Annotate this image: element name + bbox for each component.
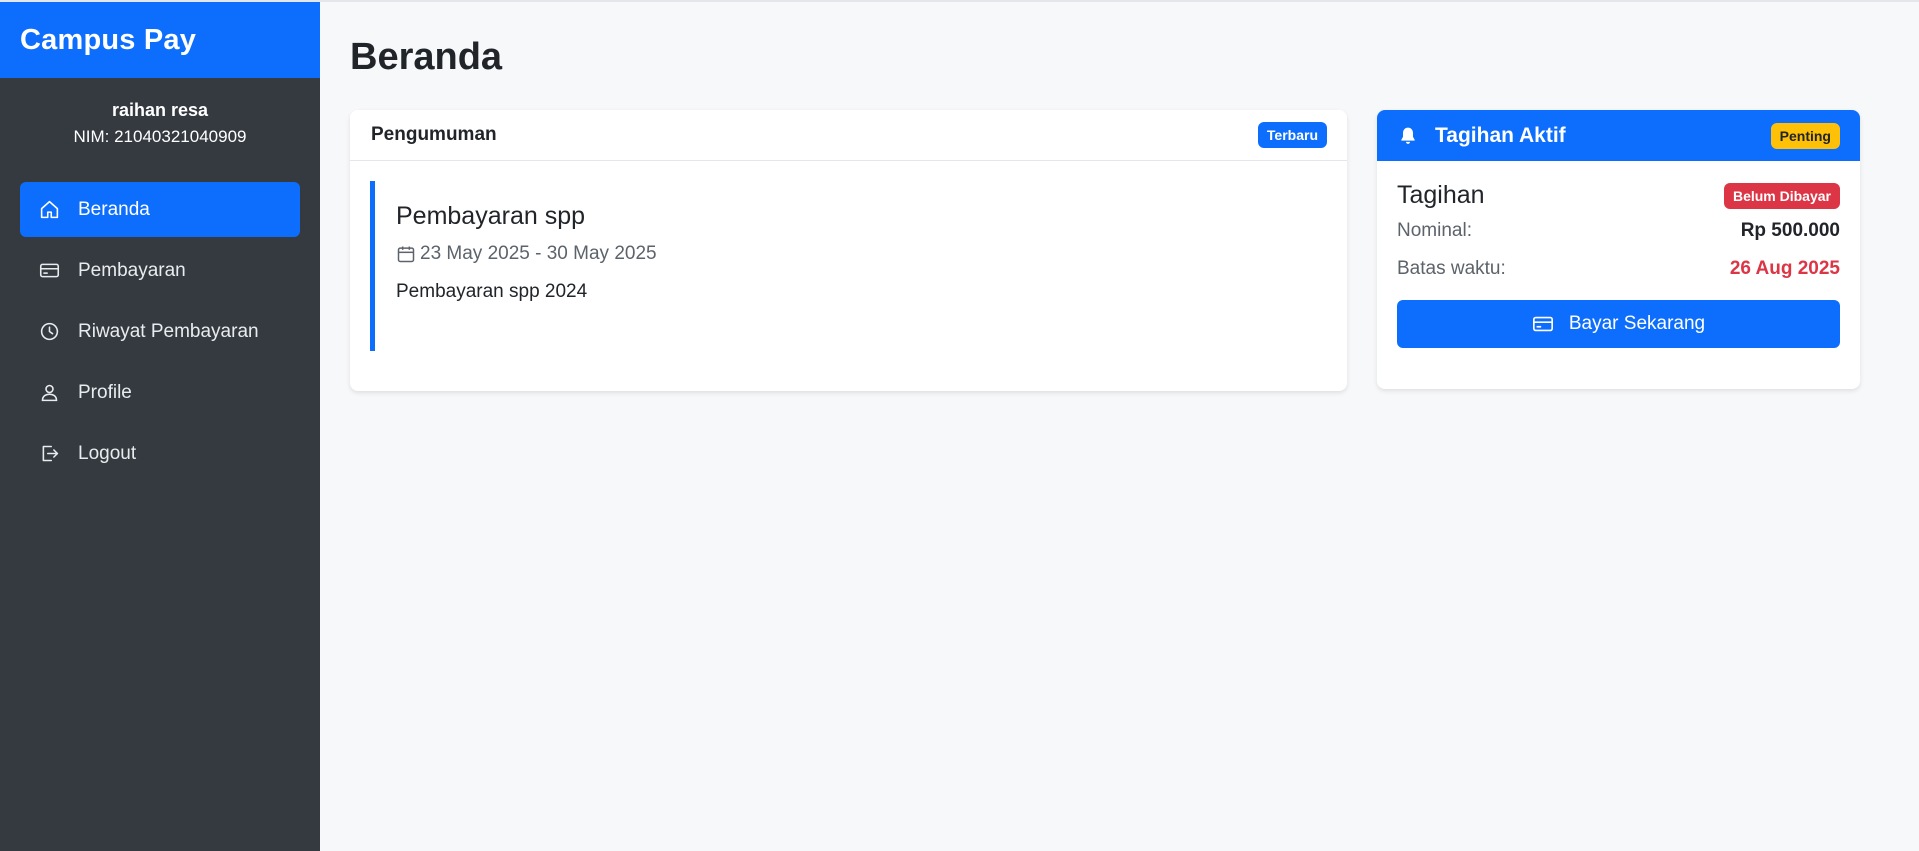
deadline-value: 26 Aug 2025	[1729, 258, 1840, 279]
sidebar-nav: Beranda Pembayaran Riwayat Pembayaran Pr…	[20, 182, 300, 487]
user-info: raihan resa NIM: 21040321040909	[0, 78, 320, 148]
active-bill-header: Tagihan Aktif Penting	[1377, 110, 1860, 161]
sidebar: Campus Pay raihan resa NIM: 210403210409…	[0, 2, 320, 851]
nominal-value: Rp 500.000	[1740, 220, 1840, 241]
sidebar-item-label: Beranda	[78, 198, 150, 220]
credit-card-icon	[38, 260, 60, 282]
announcement-date-text: 23 May 2025 - 30 May 2025	[420, 243, 657, 264]
active-bill-header-label: Tagihan Aktif	[1435, 123, 1566, 147]
sidebar-item-label: Pembayaran	[78, 259, 186, 281]
announcement-header: Pengumuman Terbaru	[350, 110, 1347, 161]
user-nim: NIM: 21040321040909	[73, 127, 247, 146]
sidebar-item-label: Profile	[78, 381, 132, 403]
user-icon	[38, 382, 60, 404]
bill-deadline-row: Batas waktu: 26 Aug 2025	[1397, 258, 1840, 280]
pay-now-label: Bayar Sekarang	[1568, 313, 1706, 334]
logout-icon	[38, 443, 60, 465]
important-badge: Penting	[1770, 122, 1840, 149]
deadline-label: Batas waktu:	[1397, 258, 1506, 279]
bill-title-row: Tagihan Belum Dibayar	[1397, 181, 1840, 210]
active-bill-header-title: Tagihan Aktif	[1398, 124, 1566, 148]
sidebar-item-profile[interactable]: Profile	[20, 365, 300, 420]
clock-icon	[38, 321, 60, 343]
nominal-label: Nominal:	[1397, 220, 1472, 241]
announcement-date: 23 May 2025 - 30 May 2025	[396, 243, 1320, 265]
sidebar-item-beranda[interactable]: Beranda	[20, 182, 300, 237]
active-bill-card: Tagihan Aktif Penting Tagihan Belum Diba…	[1377, 110, 1860, 389]
page-title: Beranda	[350, 36, 503, 78]
bill-name: Tagihan	[1397, 181, 1485, 209]
user-name: raihan resa	[111, 100, 209, 120]
announcement-description: Pembayaran spp 2024	[396, 281, 588, 302]
announcement-header-title: Pengumuman	[371, 124, 497, 145]
status-badge: Belum Dibayar	[1723, 182, 1840, 209]
bill-nominal-row: Nominal: Rp 500.000	[1397, 220, 1840, 242]
sidebar-item-riwayat-pembayaran[interactable]: Riwayat Pembayaran	[20, 304, 300, 359]
sidebar-item-pembayaran[interactable]: Pembayaran	[20, 243, 300, 298]
new-badge: Terbaru	[1257, 122, 1327, 148]
sidebar-item-label: Riwayat Pembayaran	[78, 320, 259, 342]
announcement-card: Pengumuman Terbaru Pembayaran spp 23 May…	[350, 110, 1347, 391]
sidebar-item-label: Logout	[78, 442, 137, 464]
announcement-title: Pembayaran spp	[396, 202, 586, 230]
sidebar-item-logout[interactable]: Logout	[20, 426, 300, 481]
credit-card-icon	[1532, 316, 1553, 332]
announcement-item: Pembayaran spp 23 May 2025 - 30 May 2025…	[370, 181, 1320, 351]
bell-icon	[1401, 127, 1415, 144]
home-icon	[38, 199, 60, 221]
pay-now-button[interactable]: Bayar Sekarang	[1397, 300, 1840, 348]
active-bill-body: Tagihan Belum Dibayar Nominal: Rp 500.00…	[1377, 161, 1860, 348]
brand-title[interactable]: Campus Pay	[0, 2, 320, 78]
calendar-icon	[397, 246, 415, 263]
